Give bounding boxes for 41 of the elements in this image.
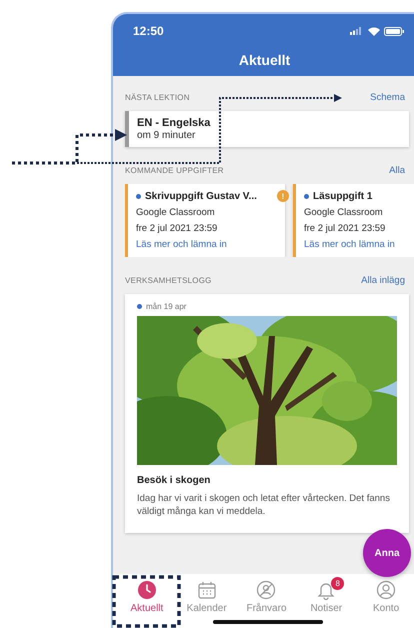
all-posts-link[interactable]: Alla inlägg xyxy=(361,275,405,286)
all-link[interactable]: Alla xyxy=(389,165,405,176)
assignment-card[interactable]: Läsuppgift 1 Google Classroom fre 2 jul 2021 23:59 Läs mer och lämna in xyxy=(293,184,414,257)
lesson-card[interactable]: EN - Engelska om 9 minuter xyxy=(125,111,409,147)
section-heading: NÄSTA LEKTION xyxy=(125,93,190,102)
alert-badge: ! xyxy=(277,190,289,202)
post-date: mån 19 apr xyxy=(146,302,186,311)
assignment-source: Google Classroom xyxy=(304,207,384,218)
notification-badge: 8 xyxy=(331,577,344,590)
clock-icon xyxy=(136,580,157,600)
crossed-person-icon xyxy=(256,580,276,600)
annotation-frame xyxy=(112,575,181,628)
lesson-title: EN - Engelska xyxy=(137,117,212,129)
read-more-link[interactable]: Läs mer och lämna in xyxy=(136,239,281,250)
screen-title: Aktuellt xyxy=(238,52,292,68)
tab-bar-item[interactable]: Frånvaro xyxy=(236,580,296,628)
signal-icon xyxy=(350,27,364,35)
assignment-due-date: fre 2 jul 2021 23:59 xyxy=(136,223,218,234)
calendar-icon xyxy=(196,580,217,600)
section-heading: VERKSAMHETSLOGG xyxy=(125,276,212,285)
assignment-title: Läsuppgift 1 xyxy=(313,191,372,202)
bullet-icon xyxy=(137,304,142,309)
bullet-icon xyxy=(304,194,309,199)
assignment-source: Google Classroom xyxy=(136,207,216,218)
section-heading: KOMMANDE UPPGIFTER xyxy=(125,166,224,175)
read-more-link[interactable]: Läs mer och lämna in xyxy=(304,239,414,250)
tab-bar-item[interactable]: Aktuellt xyxy=(117,580,177,628)
lesson-time: om 9 minuter xyxy=(137,130,196,141)
post-text: Idag har vi varit i skogen och letat efter vårtecken. Det fanns väldigt många kan vi meddela. xyxy=(137,493,391,519)
tab-bar-item[interactable]: Konto xyxy=(356,580,414,628)
post-title: Besök i skogen xyxy=(137,475,212,486)
schedule-link[interactable]: Schema xyxy=(370,92,405,103)
battery-icon xyxy=(384,26,404,36)
status-time: 12:50 xyxy=(133,24,164,38)
profile-icon xyxy=(376,580,396,600)
bullet-icon xyxy=(136,194,141,199)
post-card[interactable]: mån 19 apr Besök i skogen Idag har vi varit i skogen och letat efter vårtecken. Det fanns väldigt många kan vi meddela. xyxy=(125,294,409,533)
wifi-icon xyxy=(368,26,380,36)
assignment-due-date: fre 2 jul 2021 23:59 xyxy=(304,223,386,234)
assignment-title: Skrivuppgift Gustav V... xyxy=(145,191,257,202)
tab-bar-item[interactable]: Kalender xyxy=(176,580,237,628)
